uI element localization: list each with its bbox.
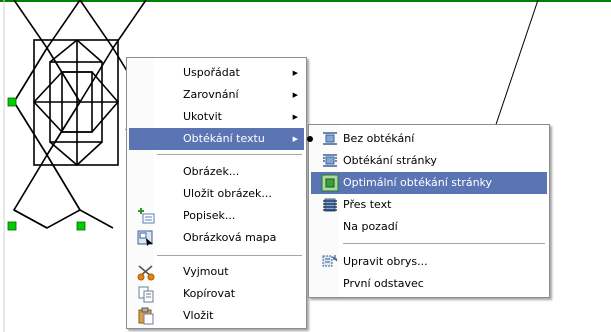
menu-item-label: Přes text [343, 198, 392, 211]
menu-item-image[interactable]: Obrázek... [129, 161, 304, 183]
copy-icon [138, 286, 154, 303]
menu-item-copy[interactable]: Kopírovat [129, 283, 304, 305]
menu-item-align[interactable]: Zarovnání ▶ [129, 84, 304, 106]
image-map-icon [137, 230, 153, 246]
menu-item-label: Vyjmout [183, 265, 229, 278]
menu-separator [157, 154, 302, 155]
menu-item-page-wrap[interactable]: Obtékání stránky [311, 150, 547, 172]
menu-item-label: Uspořádat [183, 66, 240, 79]
submenu-arrow-icon: ▶ [292, 69, 298, 77]
selection-handle[interactable] [7, 221, 17, 231]
menu-item-paste[interactable]: Vložit [129, 305, 304, 327]
submenu-arrow-icon: ▶ [292, 91, 298, 99]
radio-selected-icon [307, 136, 313, 142]
paste-icon [138, 307, 154, 325]
menu-separator [343, 243, 545, 244]
menu-item-first-paragraph[interactable]: První odstavec [311, 273, 547, 295]
context-menu: Uspořádat ▶ Zarovnání ▶ Ukotvit ▶ Obtéká… [126, 57, 307, 329]
menu-item-text-wrap[interactable]: Obtékání textu ▶ [129, 128, 304, 150]
selection-handle[interactable] [76, 221, 86, 231]
menu-item-label: Popisek... [183, 209, 236, 222]
menu-item-image-map[interactable]: Obrázková mapa [129, 227, 304, 249]
caption-icon [138, 208, 155, 224]
menu-separator [157, 255, 302, 256]
wrap-off-icon [323, 132, 337, 145]
edit-contour-icon [322, 255, 338, 267]
scissors-icon [137, 265, 155, 281]
submenu-arrow-icon: ▶ [292, 113, 298, 121]
menu-item-label: Na pozadí [343, 220, 398, 233]
menu-item-edit-contour[interactable]: Upravit obrys... [311, 251, 547, 273]
submenu-arrow-icon: ▶ [292, 135, 298, 143]
menu-item-label: Uložit obrázek... [183, 187, 272, 200]
menu-item-caption[interactable]: Popisek... [129, 205, 304, 227]
menu-item-label: Vložit [183, 309, 214, 322]
menu-item-label: První odstavec [343, 277, 424, 290]
menu-item-optimal-wrap[interactable]: Optimální obtékání stránky [311, 172, 547, 194]
menu-item-label: Bez obtékání [343, 132, 415, 145]
wrap-optimal-icon [321, 174, 339, 192]
menu-item-no-wrap[interactable]: Bez obtékání [307, 128, 547, 150]
menu-item-label: Zarovnání [183, 88, 239, 101]
wrap-through-icon [323, 198, 337, 212]
menu-item-label: Obtékání textu [183, 132, 265, 145]
menu-item-anchor[interactable]: Ukotvit ▶ [129, 106, 304, 128]
menu-item-label: Obrázek... [183, 165, 240, 178]
text-wrap-submenu: Bez obtékání Obtékání stránky Optimální … [307, 124, 550, 298]
menu-item-cut[interactable]: Vyjmout [129, 261, 304, 283]
menu-item-arrange[interactable]: Uspořádat ▶ [129, 62, 304, 84]
wrap-page-icon [323, 154, 337, 167]
menu-item-label: Obrázková mapa [183, 231, 277, 244]
menu-item-background[interactable]: Na pozadí [311, 216, 547, 238]
menu-item-label: Ukotvit [183, 110, 222, 123]
menu-item-label: Upravit obrys... [343, 255, 428, 268]
selection-handle[interactable] [7, 97, 17, 107]
menu-item-label: Optimální obtékání stránky [343, 176, 493, 189]
menu-item-label: Obtékání stránky [343, 154, 437, 167]
menu-item-save-image[interactable]: Uložit obrázek... [129, 183, 304, 205]
menu-item-label: Kopírovat [183, 287, 236, 300]
menu-item-through[interactable]: Přes text [311, 194, 547, 216]
